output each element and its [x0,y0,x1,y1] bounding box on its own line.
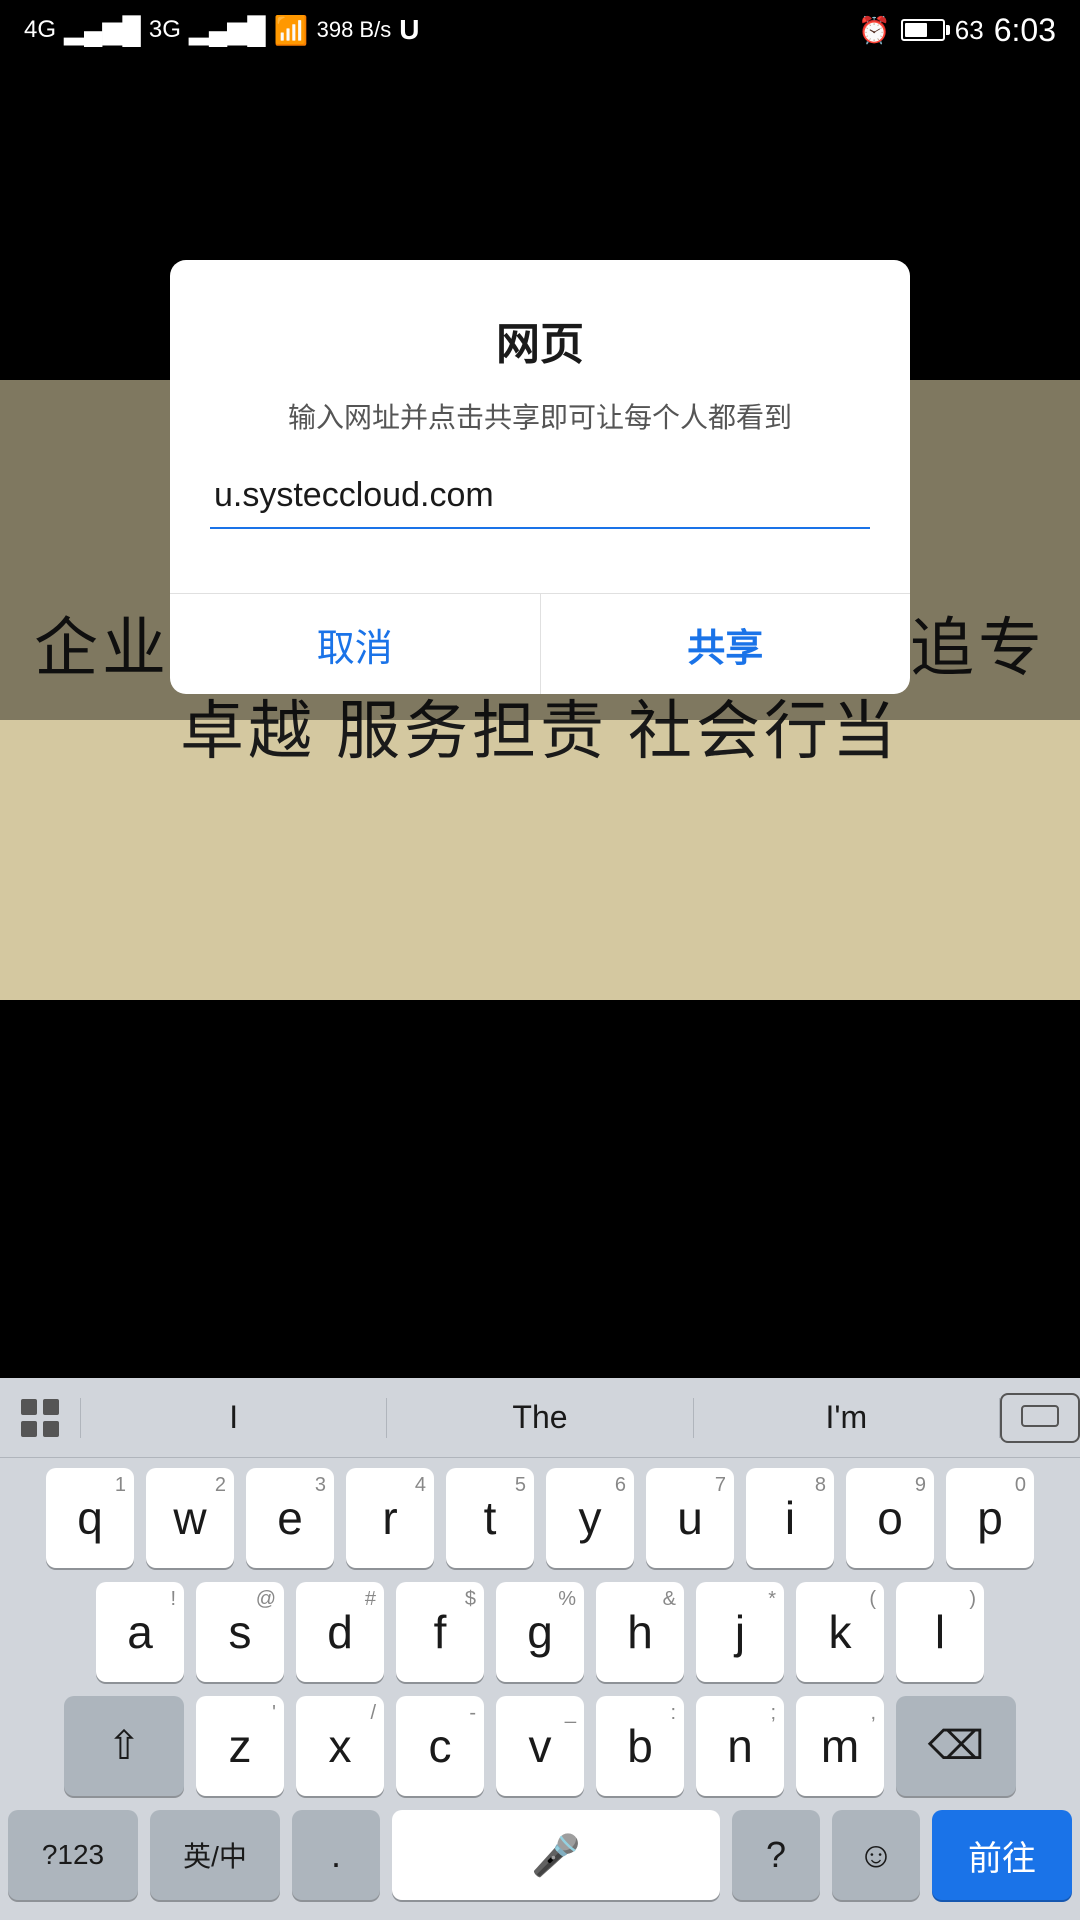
dialog-subtitle: 输入网址并点击共享即可让每个人都看到 [210,396,870,436]
suggestion-word-3[interactable]: I'm [694,1378,999,1457]
share-button[interactable]: 共享 [541,594,911,694]
dialog-title: 网页 [210,308,870,372]
suggestion-word-2[interactable]: The [387,1378,692,1457]
key-t[interactable]: 5 t [446,1468,534,1568]
key-q[interactable]: 1 q [46,1468,134,1568]
key-row-3: ⇧ ' z / x - c _ v : b ; [8,1696,1072,1796]
key-c[interactable]: - c [396,1696,484,1796]
emoji-key[interactable]: ☺ [832,1810,920,1900]
key-y[interactable]: 6 y [546,1468,634,1568]
key-v[interactable]: _ v [496,1696,584,1796]
go-key[interactable]: 前往 [932,1810,1072,1900]
keyboard-bottom-row: ?123 英/中 . 🎤 ? ☺ 前往 [0,1810,1080,1920]
cancel-button[interactable]: 取消 [170,594,541,694]
battery-icon [901,19,945,41]
key-a[interactable]: ! a [96,1582,184,1682]
dialog-body: 网页 输入网址并点击共享即可让每个人都看到 [170,260,910,561]
key-m[interactable]: , m [796,1696,884,1796]
suggestion-word-1[interactable]: I [81,1378,386,1457]
key-e[interactable]: 3 e [246,1468,334,1568]
status-bar: 4G ▂▄▆█ 3G ▂▄▆█ 📶 398 B/s U ⏰ 63 6:03 [0,0,1080,60]
shift-key[interactable]: ⇧ [64,1696,184,1796]
signal-36: 3G [149,16,181,44]
key-row-2: ! a @ s # d $ f % g & h [8,1582,1072,1682]
key-s[interactable]: @ s [196,1582,284,1682]
key-l[interactable]: ) l [896,1582,984,1682]
key-i[interactable]: 8 i [746,1468,834,1568]
status-left: 4G ▂▄▆█ 3G ▂▄▆█ 📶 398 B/s U [24,14,419,47]
grid-icon[interactable] [0,1395,80,1441]
key-b[interactable]: : b [596,1696,684,1796]
key-d[interactable]: # d [296,1582,384,1682]
signal-4g: 4G [24,16,56,44]
keyboard-rows: 1 q 2 w 3 e 4 r 5 t 6 y [0,1458,1080,1796]
question-key[interactable]: ? [732,1810,820,1900]
signal-bars-4g: ▂▄▆█ [64,15,141,46]
speed-indicator: 398 B/s [317,17,392,43]
key-p[interactable]: 0 p [946,1468,1034,1568]
dot-key[interactable]: . [292,1810,380,1900]
clock: 6:03 [994,12,1056,49]
dialog-overlay: 网页 输入网址并点击共享即可让每个人都看到 取消 共享 [0,60,1080,720]
key-k[interactable]: ( k [796,1582,884,1682]
url-input[interactable] [210,468,870,529]
dialog-buttons: 取消 共享 [170,594,910,694]
space-key[interactable]: 🎤 [392,1810,720,1900]
lang-key[interactable]: 英/中 [150,1810,280,1900]
webpage-dialog: 网页 输入网址并点击共享即可让每个人都看到 取消 共享 [170,260,910,694]
backspace-key[interactable]: ⌫ [896,1696,1016,1796]
status-right: ⏰ 63 6:03 [858,12,1056,49]
signal-bars-36: ▂▄▆█ [189,15,266,46]
key-f[interactable]: $ f [396,1582,484,1682]
key-row-1: 1 q 2 w 3 e 4 r 5 t 6 y [8,1468,1072,1568]
num-key[interactable]: ?123 [8,1810,138,1900]
keyboard: I The I'm 1 q 2 w [0,1378,1080,1920]
key-g[interactable]: % g [496,1582,584,1682]
key-z[interactable]: ' z [196,1696,284,1796]
key-w[interactable]: 2 w [146,1468,234,1568]
keyboard-suggestions: I The I'm [0,1378,1080,1458]
key-x[interactable]: / x [296,1696,384,1796]
wifi-icon: 📶 [274,14,309,47]
chevron-down-icon[interactable] [1000,1393,1080,1443]
microphone-icon: 🎤 [531,1832,581,1879]
battery-level: 63 [955,15,984,46]
key-o[interactable]: 9 o [846,1468,934,1568]
key-n[interactable]: ; n [696,1696,784,1796]
alarm-icon: ⏰ [858,15,890,46]
key-j[interactable]: * j [696,1582,784,1682]
key-r[interactable]: 4 r [346,1468,434,1568]
key-h[interactable]: & h [596,1582,684,1682]
key-u[interactable]: 7 u [646,1468,734,1568]
carrier-label: U [399,14,419,46]
